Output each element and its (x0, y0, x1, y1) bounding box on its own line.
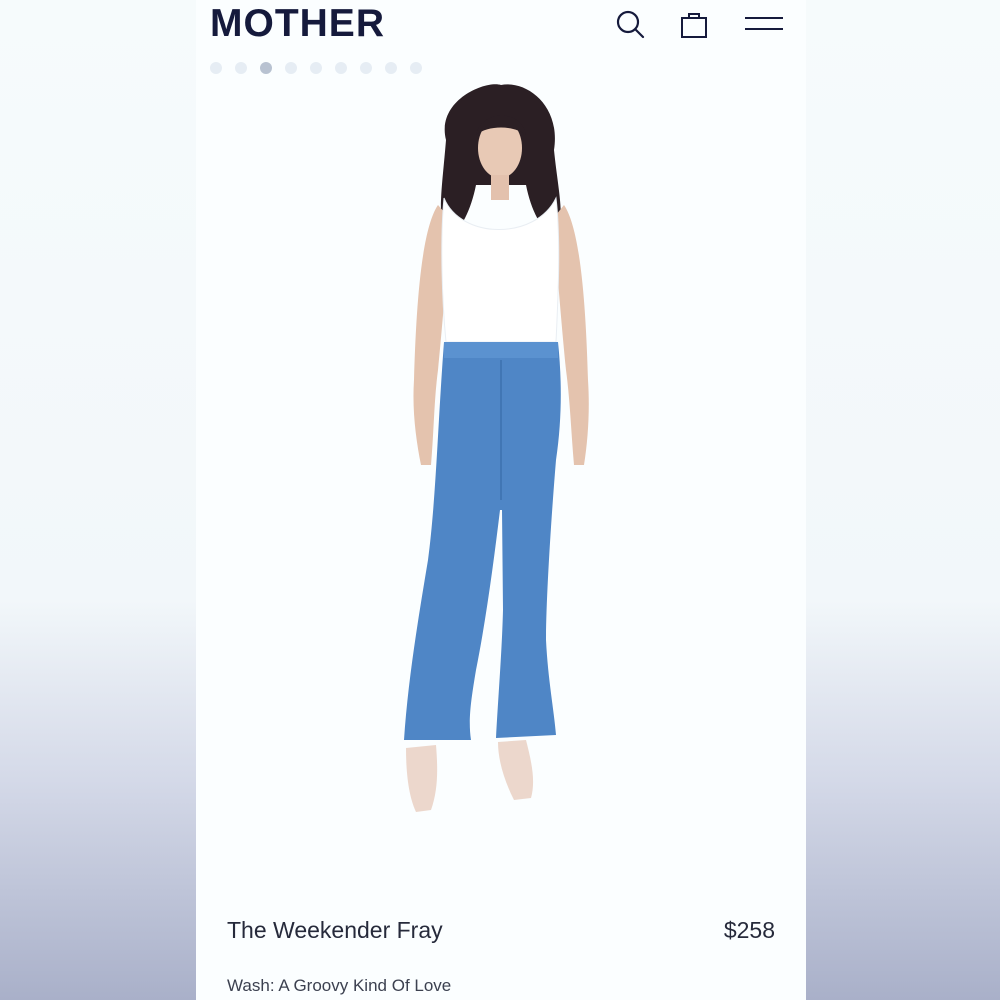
carousel-dot[interactable] (310, 62, 322, 74)
carousel-indicator (210, 62, 422, 74)
product-wash: Wash: A Groovy Kind Of Love (227, 976, 452, 995)
background-right (806, 0, 1000, 1000)
carousel-dot[interactable] (360, 62, 372, 74)
background-left (0, 0, 196, 1000)
carousel-dot[interactable] (385, 62, 397, 74)
carousel-dot[interactable] (285, 62, 297, 74)
product-name[interactable]: The Weekender Fray (227, 915, 443, 945)
shopping-bag-icon (681, 13, 707, 38)
carousel-dot[interactable] (235, 62, 247, 74)
carousel-dot[interactable] (410, 62, 422, 74)
menu-button[interactable] (742, 6, 786, 42)
model-figure (404, 84, 589, 812)
carousel-dot[interactable] (260, 62, 272, 74)
brand-logo[interactable]: MOTHER (210, 2, 385, 46)
carousel-dot[interactable] (210, 62, 222, 74)
menu-icon (745, 17, 783, 30)
product-price: $258 (723, 917, 775, 943)
site-header: MOTHER (196, 0, 806, 56)
carousel-dot[interactable] (335, 62, 347, 74)
product-image[interactable] (376, 80, 636, 840)
shopping-bag-button[interactable] (676, 6, 712, 42)
search-button[interactable] (612, 6, 648, 42)
product-page: MOTHER The Weekender Fray $258 Wash: A G… (196, 0, 806, 1000)
search-icon (616, 10, 645, 39)
